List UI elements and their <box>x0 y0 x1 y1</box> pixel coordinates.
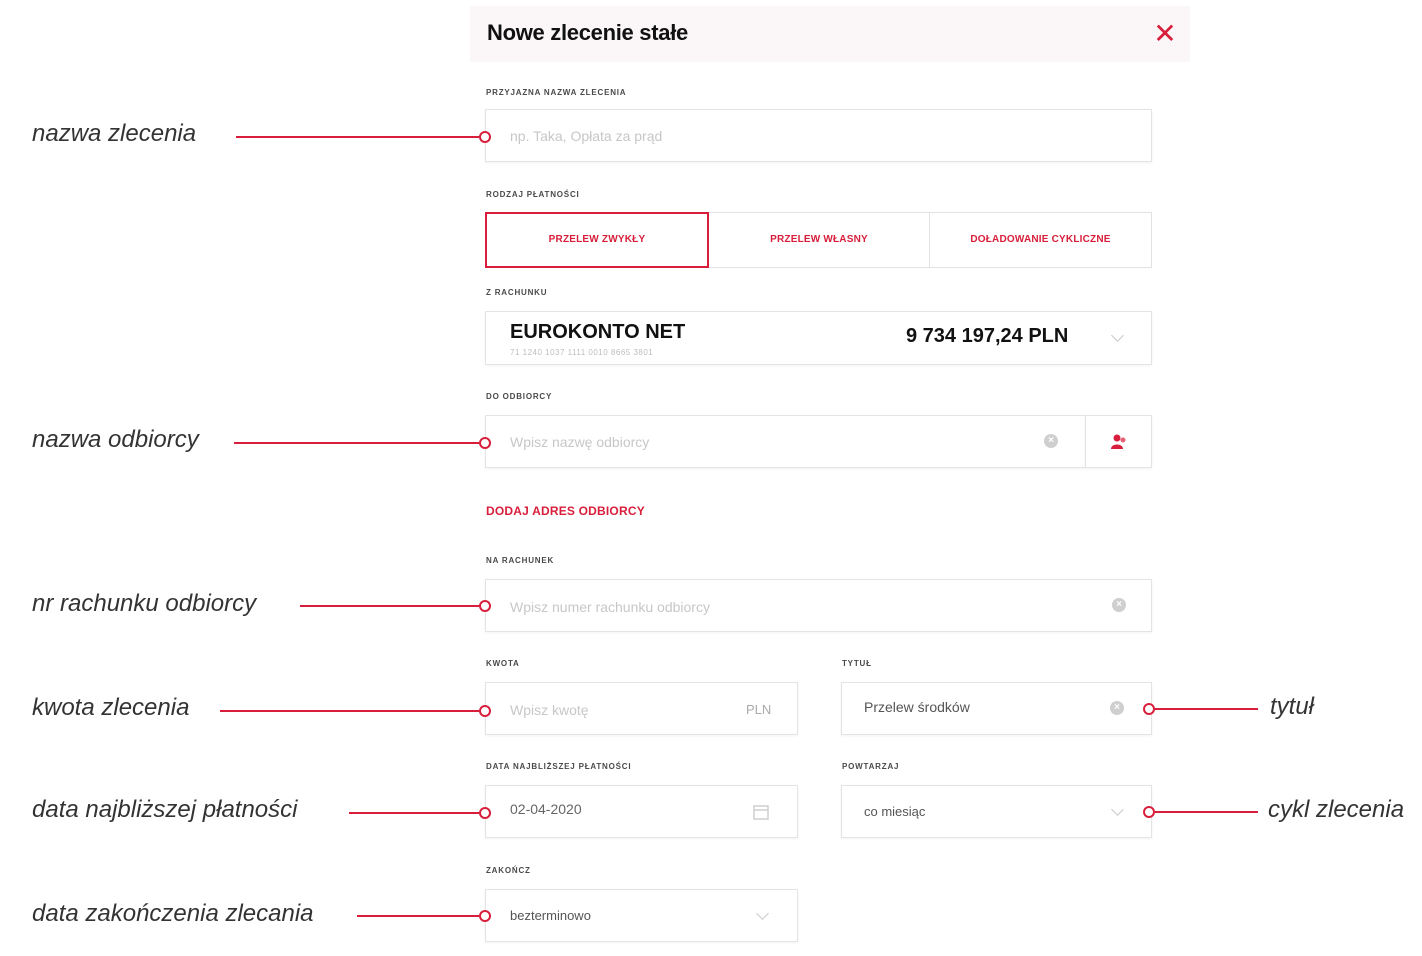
annotation-line <box>234 442 479 444</box>
annotation-dot <box>1143 703 1155 715</box>
amount-input[interactable]: Wpisz kwotę PLN <box>485 682 798 735</box>
end-value: bezterminowo <box>510 908 591 923</box>
calendar-icon[interactable] <box>752 803 770 821</box>
account-balance: 9 734 197,24 PLN <box>906 325 1069 347</box>
annotation-title: tytuł <box>1270 693 1315 720</box>
annotation-line <box>357 915 479 917</box>
annotation-dot <box>479 705 491 717</box>
form-header: Nowe zlecenie stałe ✕ <box>470 6 1190 62</box>
clear-icon[interactable]: × <box>1112 598 1126 612</box>
annotation-amount: kwota zlecenia <box>32 694 190 721</box>
form-title: Nowe zlecenie stałe <box>487 20 688 45</box>
recipient-input[interactable]: Wpisz nazwę odbiorcy × <box>485 415 1086 468</box>
title-input[interactable]: Przelew środków × <box>841 682 1152 735</box>
title-label: TYTUŁ <box>842 659 872 668</box>
next-payment-date-label: DATA NAJBLIŻSZEJ PŁATNOŚCI <box>486 762 632 771</box>
repeat-select[interactable]: co miesiąc <box>841 785 1152 838</box>
recipient-label: DO ODBIORCY <box>486 392 553 401</box>
annotation-dot <box>479 437 491 449</box>
next-payment-date-value: 02-04-2020 <box>510 801 582 817</box>
annotation-line <box>1155 708 1258 710</box>
end-label: ZAKOŃCZ <box>486 866 531 875</box>
account-name: EUROKONTO NET <box>510 321 686 343</box>
payment-type-selector: PRZELEW ZWYKŁY PRZELEW WŁASNY DOŁADOWANI… <box>485 212 1152 268</box>
annotation-line <box>300 605 479 607</box>
order-name-placeholder: np. Taka, Opłata za prąd <box>510 128 663 144</box>
title-value: Przelew środków <box>864 699 970 715</box>
add-recipient-address-link[interactable]: DODAJ ADRES ODBIORCY <box>486 504 645 518</box>
annotation-line <box>220 710 479 712</box>
annotation-line <box>349 812 479 814</box>
account-number-label: NA RACHUNEK <box>486 556 555 565</box>
repeat-value: co miesiąc <box>864 804 926 819</box>
annotation-dot <box>479 131 491 143</box>
annotation-dot <box>1143 806 1155 818</box>
recipient-book-button[interactable] <box>1085 415 1152 468</box>
end-select[interactable]: bezterminowo <box>485 889 798 942</box>
chevron-down-icon <box>1111 329 1124 342</box>
payment-option-regular[interactable]: PRZELEW ZWYKŁY <box>485 212 709 268</box>
annotation-end-date: data zakończenia zlecania <box>32 900 314 927</box>
chevron-down-icon <box>1111 803 1124 816</box>
annotation-line <box>236 136 479 138</box>
close-icon[interactable]: ✕ <box>1150 20 1180 50</box>
next-payment-date-input[interactable]: 02-04-2020 <box>485 785 798 838</box>
account-number-placeholder: Wpisz numer rachunku odbiorcy <box>510 599 710 615</box>
payment-type-label: RODZAJ PŁATNOŚCI <box>486 190 580 199</box>
annotation-recipient-account: nr rachunku odbiorcy <box>32 590 257 617</box>
order-name-input[interactable]: np. Taka, Opłata za prąd <box>485 109 1152 162</box>
annotation-dot <box>479 910 491 922</box>
annotation-next-date: data najbliższej płatności <box>32 796 298 823</box>
from-account-select[interactable]: EUROKONTO NET 71 1240 1037 1111 0010 866… <box>485 311 1152 365</box>
account-number-input[interactable]: Wpisz numer rachunku odbiorcy × <box>485 579 1152 632</box>
amount-label: KWOTA <box>486 659 520 668</box>
order-name-label: PRZYJAZNA NAZWA ZLECENIA <box>486 88 627 97</box>
annotation-order-name: nazwa zlecenia <box>32 120 197 147</box>
annotation-line <box>1155 811 1258 813</box>
payment-option-own[interactable]: PRZELEW WŁASNY <box>708 212 930 268</box>
amount-placeholder: Wpisz kwotę <box>510 702 589 718</box>
annotation-dot <box>479 600 491 612</box>
annotation-dot <box>479 807 491 819</box>
from-account-label: Z RACHUNKU <box>486 288 548 297</box>
recipient-placeholder: Wpisz nazwę odbiorcy <box>510 434 650 450</box>
contacts-icon <box>1111 434 1126 449</box>
clear-icon[interactable]: × <box>1110 701 1124 715</box>
payment-option-topup[interactable]: DOŁADOWANIE CYKLICZNE <box>929 212 1152 268</box>
amount-currency: PLN <box>746 702 772 717</box>
account-number: 71 1240 1037 1111 0010 8665 3801 <box>510 348 654 357</box>
annotation-recipient-name: nazwa odbiorcy <box>32 426 199 453</box>
repeat-label: POWTARZAJ <box>842 762 900 771</box>
chevron-down-icon <box>756 907 769 920</box>
clear-icon[interactable]: × <box>1044 434 1058 448</box>
annotation-cycle: cykl zlecenia <box>1268 796 1405 823</box>
